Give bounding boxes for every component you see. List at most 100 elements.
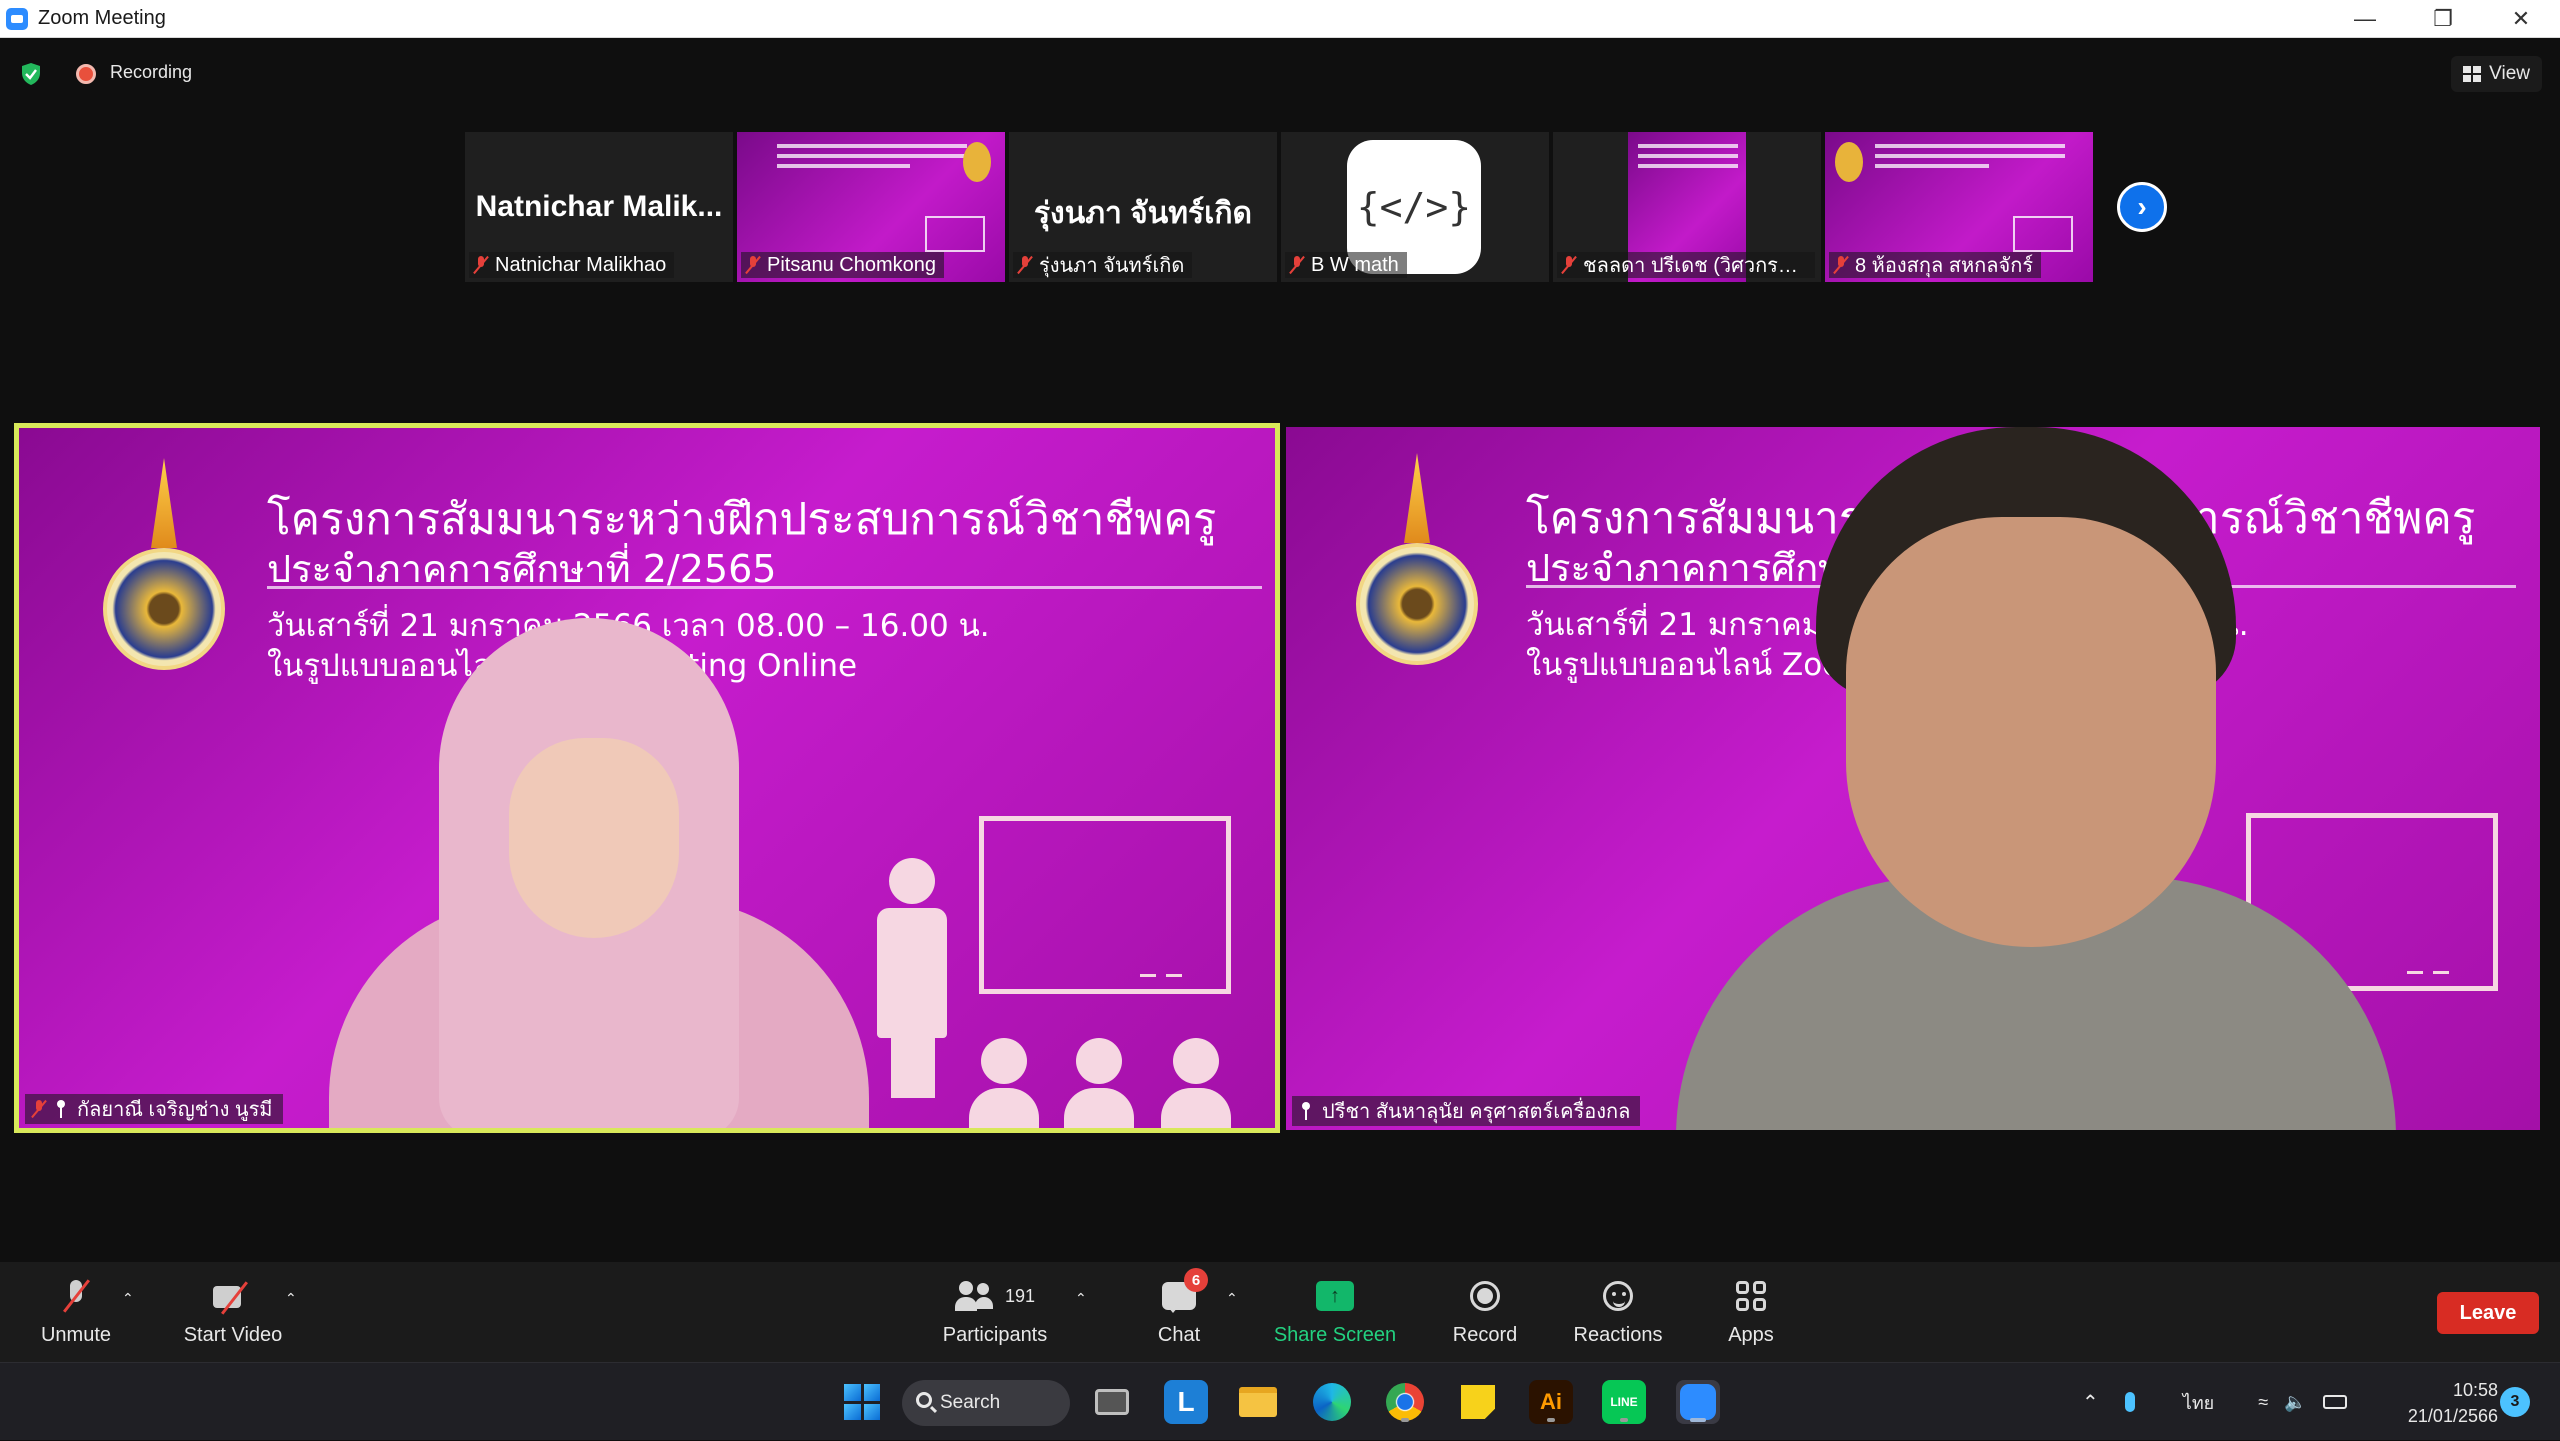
participant-nameplate: รุ่งนภา จันทร์เกิด [1013, 252, 1193, 278]
participants-count: 191 [1004, 1285, 1036, 1306]
start-video-button[interactable]: Start Video [178, 1272, 288, 1347]
tray-overflow-chevron-icon[interactable]: ⌃ [2082, 1390, 2099, 1415]
participants-options-caret-icon[interactable]: ⌃ [1075, 1290, 1087, 1307]
reactions-label: Reactions [1573, 1324, 1663, 1346]
file-explorer-icon[interactable] [1236, 1380, 1280, 1424]
participant-thumbnail[interactable]: Pitsanu Chomkong [737, 132, 1005, 282]
security-shield-icon[interactable] [20, 62, 42, 86]
participant-thumbnail[interactable]: รุ่งนภา จันทร์เกิด รุ่งนภา จันทร์เกิด [1009, 132, 1277, 282]
language-indicator[interactable]: ไทย [2183, 1388, 2214, 1417]
volume-icon[interactable]: 🔈 [2284, 1392, 2306, 1413]
participant-nameplate: Pitsanu Chomkong [741, 252, 944, 278]
leave-button[interactable]: Leave [2437, 1292, 2539, 1334]
edge-browser-icon[interactable] [1310, 1380, 1354, 1424]
mic-muted-icon [1835, 256, 1847, 274]
restore-button[interactable]: ❐ [2404, 0, 2482, 38]
participant-thumbnail[interactable]: ชลลดา ปรีเดช (วิศวกรรม... [1553, 132, 1821, 282]
taskbar-search-box[interactable]: Search [902, 1380, 1070, 1426]
adobe-illustrator-icon[interactable]: Ai [1529, 1380, 1573, 1424]
mic-muted-icon [747, 256, 759, 274]
system-tray: ⌃ ไทย ≈ 🔈 [2082, 1363, 2347, 1441]
participant-video-person [329, 618, 939, 1128]
participant-video-person [1676, 427, 2396, 1130]
student-illustration [969, 1038, 1039, 1128]
participant-nameplate: Natnichar Malikhao [469, 252, 675, 278]
view-button[interactable]: View [2451, 56, 2542, 92]
participant-big-name: Natnichar Malik... [475, 190, 723, 223]
tile-nameplate: กัลยาณี เจริญช่าง นูรมี [25, 1094, 283, 1124]
whiteboard-illustration [979, 816, 1231, 994]
main-video-tile-active-speaker[interactable]: โครงการสัมมนาระหว่างฝึกประสบการณ์วิชาชีพ… [14, 423, 1280, 1133]
windows-start-icon[interactable] [840, 1380, 884, 1424]
share-screen-label: Share Screen [1273, 1324, 1397, 1346]
main-video-tile[interactable]: โครงการสัมมนาระหว่างฝึกประสบการณ์วิชาชีพ… [1286, 427, 2540, 1130]
participant-name: Natnichar Malikhao [495, 253, 667, 276]
chat-options-caret-icon[interactable]: ⌃ [1226, 1290, 1238, 1307]
battery-icon[interactable] [2322, 1395, 2347, 1409]
minimize-button[interactable]: — [2326, 0, 2404, 38]
participant-name: ปรีชา สันหาลุนัย ครุศาสตร์เครื่องกล [1322, 1101, 1631, 1123]
participant-name: รุ่งนภา จันทร์เกิด [1039, 255, 1185, 277]
participants-label: Participants [942, 1324, 1048, 1346]
record-label: Record [1452, 1324, 1518, 1346]
chat-unread-badge: 6 [1184, 1268, 1208, 1292]
university-crest-icon [99, 458, 229, 678]
mic-muted-icon [33, 1100, 45, 1118]
mic-muted-icon [1563, 256, 1575, 274]
tile-nameplate: ปรีชา สันหาลุนัย ครุศาสตร์เครื่องกล [1292, 1096, 1641, 1126]
chrome-browser-icon[interactable] [1383, 1380, 1427, 1424]
participant-name: 8 ห้องสกุล สหกลจักร์ [1855, 255, 2034, 277]
sticky-notes-icon[interactable] [1456, 1380, 1500, 1424]
zoom-taskbar-icon[interactable] [1676, 1380, 1720, 1424]
student-illustration [1064, 1038, 1134, 1128]
line-app-icon[interactable]: LINE [1602, 1380, 1646, 1424]
wifi-icon[interactable]: ≈ [2258, 1392, 2268, 1413]
view-label: View [2489, 63, 2530, 84]
participant-name: ชลลดา ปรีเดช (วิศวกรรม... [1583, 255, 1807, 277]
close-window-button[interactable]: ✕ [2482, 0, 2560, 38]
pin-icon [55, 1100, 67, 1118]
participant-nameplate: ชลลดา ปรีเดช (วิศวกรรม... [1557, 252, 1815, 278]
participant-name: กัลยาณี เจริญช่าง นูรมี [77, 1099, 273, 1121]
camera-off-icon [213, 1282, 253, 1310]
microphone-muted-icon [66, 1280, 86, 1312]
share-screen-button[interactable]: ↑ Share Screen [1272, 1272, 1398, 1347]
reactions-smiley-icon [1603, 1281, 1633, 1311]
clock-time: 10:58 [2452, 1380, 2498, 1400]
participant-thumbnail[interactable]: 8 ห้องสกุล สหกลจักร์ [1825, 132, 2093, 282]
task-view-icon[interactable] [1090, 1380, 1134, 1424]
participant-nameplate: 8 ห้องสกุล สหกลจักร์ [1829, 252, 2042, 278]
window-controls: — ❐ ✕ [2326, 0, 2560, 38]
participant-big-name: รุ่งนภา จันทร์เกิด [1033, 197, 1253, 230]
l-app-icon[interactable]: L [1164, 1380, 1208, 1424]
unmute-button[interactable]: Unmute [38, 1272, 114, 1347]
microphone-in-use-icon[interactable] [2124, 1392, 2135, 1412]
share-screen-icon: ↑ [1316, 1281, 1354, 1311]
apps-button[interactable]: Apps [1725, 1272, 1777, 1347]
participant-nameplate: B W math [1285, 252, 1407, 278]
participant-name: Pitsanu Chomkong [767, 253, 936, 276]
next-page-arrow-icon[interactable]: › [2117, 182, 2167, 232]
window-title: Zoom Meeting [38, 7, 166, 29]
taskbar-clock[interactable]: 10:58 21/01/2566 [2388, 1377, 2498, 1429]
recording-indicator-icon [76, 64, 96, 84]
zoom-app-icon [6, 7, 28, 30]
record-button[interactable]: Record [1450, 1272, 1520, 1347]
chat-button[interactable]: 6 Chat [1148, 1268, 1210, 1347]
pin-icon [1300, 1102, 1312, 1120]
notification-count-badge[interactable]: 3 [2500, 1387, 2530, 1417]
participant-thumbnail[interactable]: {</>} B W math [1281, 132, 1549, 282]
video-options-caret-icon[interactable]: ⌃ [285, 1290, 297, 1307]
participant-thumbnail[interactable]: Natnichar Malik... Natnichar Malikhao [465, 132, 733, 282]
participant-name: B W math [1311, 253, 1399, 276]
meeting-control-bar: Unmute ⌃ Start Video ⌃ 191 Participants … [0, 1262, 2560, 1362]
mic-muted-icon [1019, 256, 1031, 274]
grid-icon [2463, 66, 2482, 82]
taskbar-search-label: Search [940, 1392, 1001, 1413]
unmute-label: Unmute [40, 1324, 112, 1346]
participants-button[interactable]: 191 Participants [938, 1272, 1052, 1347]
participants-icon [954, 1281, 995, 1311]
slide-title-line2: ประจำภาคการศึกษาที่ 2/2565 [267, 547, 777, 591]
reactions-button[interactable]: Reactions [1572, 1272, 1664, 1347]
audio-options-caret-icon[interactable]: ⌃ [122, 1290, 134, 1307]
